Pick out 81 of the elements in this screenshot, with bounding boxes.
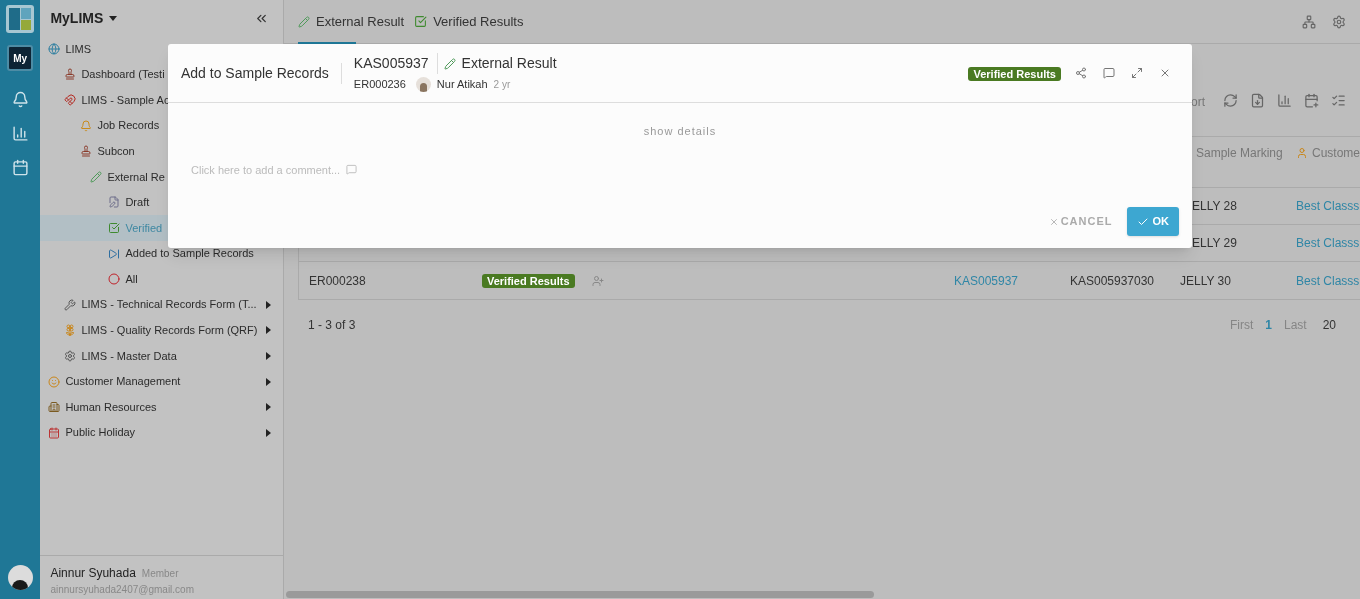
magnet-icon xyxy=(64,94,77,106)
skip-icon xyxy=(108,247,121,260)
memo-icon xyxy=(108,196,121,209)
breadcrumb-link[interactable]: External Result xyxy=(315,11,405,32)
close-icon[interactable] xyxy=(1159,67,1171,79)
sidebar-item[interactable]: LIMS - Quality Records Form (QRF) xyxy=(40,317,283,344)
scrollbar-thumb[interactable] xyxy=(285,591,874,598)
sidebar-item[interactable]: Added to Sample Records xyxy=(40,240,283,267)
submenu-arrow-icon xyxy=(265,326,271,335)
status-badge: Verified Results xyxy=(968,67,1061,81)
record-id: KAS005937 xyxy=(353,53,438,75)
table-cell: KAS005937030 xyxy=(1069,273,1155,288)
submenu-arrow-icon xyxy=(265,428,271,437)
settings-icon[interactable] xyxy=(1332,14,1346,29)
pagination-summary: 1 - 3 of 3 xyxy=(307,317,356,334)
comment-icon xyxy=(346,164,358,176)
app-title[interactable]: MyLIMS xyxy=(50,7,104,29)
breadcrumb-link[interactable]: Verified Results xyxy=(433,11,524,32)
submenu-arrow-icon xyxy=(265,403,271,412)
dropdown-caret-icon[interactable] xyxy=(109,15,118,21)
submenu-arrow-icon xyxy=(265,300,271,309)
user-email: ainnursyuhada2407@gmail.com xyxy=(50,583,195,597)
app-logo-icon[interactable] xyxy=(6,5,35,33)
sidebar-item[interactable]: Public Holiday xyxy=(40,419,283,446)
user-avatar[interactable] xyxy=(7,565,33,590)
author-name: Nur Atikah xyxy=(436,77,488,93)
pencil-icon xyxy=(443,57,456,70)
stamp-icon xyxy=(64,68,77,81)
checkbox-icon xyxy=(414,15,428,28)
user-name: Ainnur Syuhada xyxy=(50,565,136,582)
timestamp: 2 yr xyxy=(493,78,511,92)
sidebar-item[interactable]: LIMS - Technical Records Form (T... xyxy=(40,291,283,318)
sidebar-item[interactable]: Subcon xyxy=(40,138,283,164)
person-icon xyxy=(1295,147,1308,159)
table-cell: ELLY 29 xyxy=(1191,236,1237,250)
share-icon[interactable] xyxy=(1075,67,1087,79)
calendar-icon xyxy=(48,426,61,439)
close-icon xyxy=(1048,216,1059,227)
tools-icon xyxy=(64,298,77,311)
globe-icon xyxy=(48,42,61,55)
sidebar-item[interactable]: Customer Management xyxy=(40,368,283,395)
sidebar-item[interactable]: LIMS - Master Data xyxy=(40,343,283,369)
refresh-icon[interactable] xyxy=(1223,93,1238,108)
record-type: External Result xyxy=(461,54,557,74)
flower-icon xyxy=(64,324,77,337)
table-cell: JELLY 30 xyxy=(1179,273,1231,288)
smile-icon xyxy=(48,375,61,388)
calendar-add-icon[interactable] xyxy=(1304,93,1319,108)
checklist-icon[interactable] xyxy=(1331,93,1346,108)
author-avatar xyxy=(415,77,431,92)
pencil-icon xyxy=(90,170,103,183)
check-icon xyxy=(108,221,121,234)
submenu-arrow-icon xyxy=(265,377,271,386)
assign-user-icon[interactable] xyxy=(591,274,604,287)
circle-icon xyxy=(108,273,121,286)
table-cell: ELLY 28 xyxy=(1191,199,1237,213)
hierarchy-icon[interactable] xyxy=(1302,14,1316,29)
stamp-icon xyxy=(80,145,93,158)
comment-icon[interactable] xyxy=(1103,67,1115,79)
status-badge: Verified Results xyxy=(481,273,575,288)
sidebar-item[interactable]: All xyxy=(40,266,283,292)
chart-icon[interactable] xyxy=(1277,93,1292,108)
expand-icon[interactable] xyxy=(1131,67,1143,79)
gear-icon xyxy=(64,349,77,362)
workspace-button[interactable]: My xyxy=(7,45,34,71)
reference-id: ER000236 xyxy=(353,77,406,93)
submenu-arrow-icon xyxy=(265,351,271,360)
sidebar-item[interactable]: Job Records xyxy=(40,112,283,139)
table-cell: ER000238 xyxy=(308,273,366,288)
chart-icon[interactable] xyxy=(11,125,29,142)
file-download-icon[interactable] xyxy=(1250,93,1265,108)
dialog-title: Add to Sample Records xyxy=(181,62,342,84)
bell-icon xyxy=(80,119,93,132)
notifications-icon[interactable] xyxy=(11,91,29,108)
user-role: Member xyxy=(141,567,179,581)
pencil-icon xyxy=(297,15,310,28)
sidebar-item[interactable]: Human Resources xyxy=(40,394,283,420)
calendar-icon[interactable] xyxy=(11,159,29,176)
page-size[interactable]: 20 xyxy=(1322,316,1336,334)
sidebar-item[interactable]: Draft xyxy=(40,189,283,216)
sidebar-item[interactable]: LIMS xyxy=(40,36,283,62)
